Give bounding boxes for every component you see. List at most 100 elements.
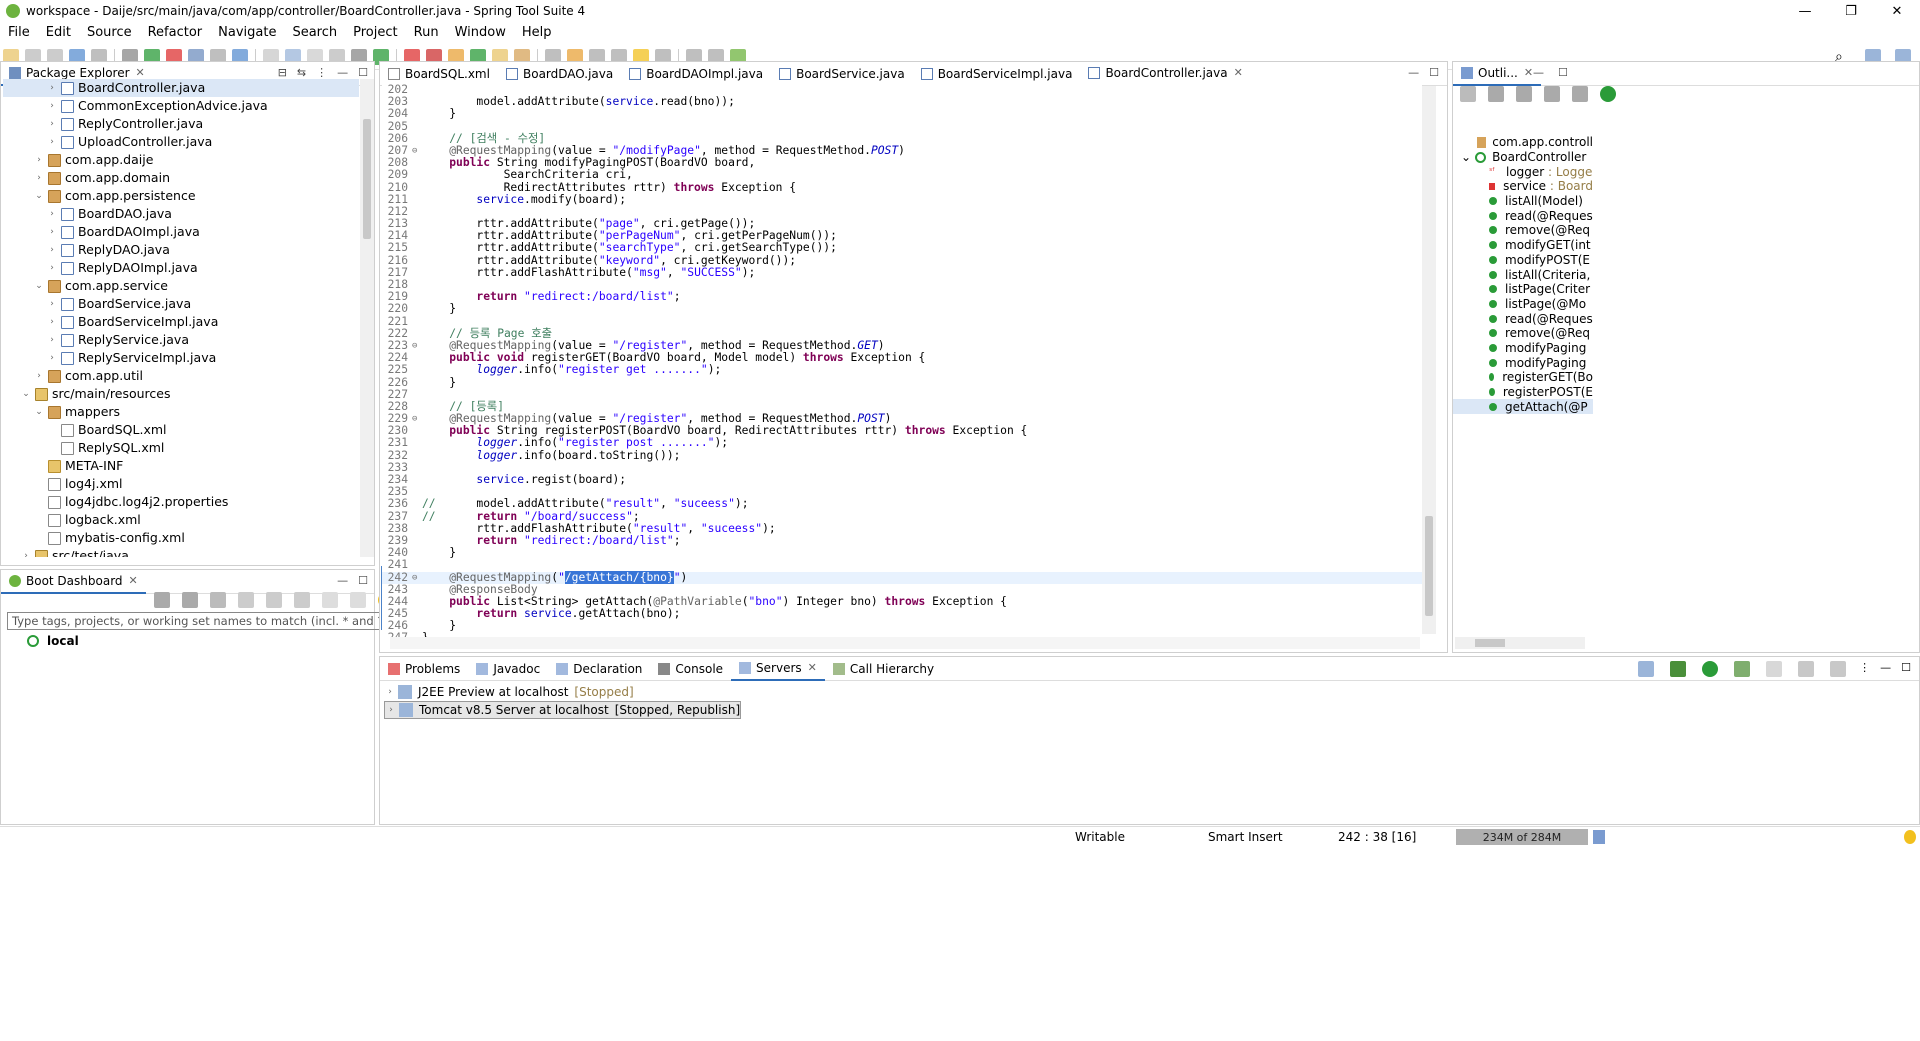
outline-item[interactable]: listAll(Criteria, [1453, 267, 1593, 282]
maximize-view-icon[interactable]: ☐ [358, 574, 368, 587]
tree-item[interactable]: ⌄ com.app.persistence [3, 187, 359, 205]
tab-console[interactable]: Console [650, 657, 731, 681]
tree-item[interactable]: › ReplyServiceImpl.java [3, 349, 359, 367]
expanded-arrow-icon[interactable]: ⌄ [33, 403, 45, 421]
maximize-view-icon[interactable]: ☐ [1429, 66, 1439, 79]
focus-icon[interactable] [1600, 86, 1616, 102]
tree-item[interactable]: META-INF [3, 457, 359, 475]
editor-tab[interactable]: BoardDAOImpl.java [621, 62, 771, 86]
outline-item[interactable]: modifyPaging [1453, 341, 1593, 356]
hide-nonpublic-icon[interactable] [1544, 86, 1560, 102]
editor-tab[interactable]: BoardService.java [771, 62, 913, 86]
fold-icon[interactable]: ⊖ [412, 340, 422, 352]
outline-item[interactable]: listAll(Model) [1453, 194, 1593, 209]
collapsed-arrow-icon[interactable]: › [20, 547, 32, 557]
tab-declaration[interactable]: Declaration [548, 657, 650, 681]
collapsed-arrow-icon[interactable]: › [33, 151, 45, 169]
outline-horizontal-scrollbar[interactable] [1455, 637, 1585, 649]
tree-item[interactable]: BoardSQL.xml [3, 421, 359, 439]
tree-item[interactable]: ⌄ mappers [3, 403, 359, 421]
maximize-button[interactable]: ❐ [1828, 0, 1874, 22]
expanded-arrow-icon[interactable]: ⌄ [33, 187, 45, 205]
package-explorer-scrollbar[interactable] [360, 79, 374, 557]
menu-source[interactable]: Source [79, 25, 140, 40]
hide-static-icon[interactable] [1516, 86, 1532, 102]
server-item[interactable]: › J2EE Preview at localhost [Stopped] [384, 683, 741, 701]
collapsed-arrow-icon[interactable]: › [46, 97, 58, 115]
expanded-arrow-icon[interactable]: ⌄ [1461, 150, 1471, 164]
editor-tab[interactable]: BoardSQL.xml [380, 62, 498, 86]
tree-item[interactable]: ReplySQL.xml [3, 439, 359, 457]
minimize-view-icon[interactable]: — [337, 574, 348, 587]
tab-outline[interactable]: Outli... ✕ [1453, 61, 1542, 86]
menu-project[interactable]: Project [345, 25, 405, 40]
tree-item[interactable]: › BoardDAO.java [3, 205, 359, 223]
menu-edit[interactable]: Edit [38, 25, 79, 40]
close-icon[interactable]: ✕ [129, 574, 138, 587]
tree-item[interactable]: › CommonExceptionAdvice.java [3, 97, 359, 115]
tab-servers[interactable]: Servers ✕ [731, 656, 825, 681]
outline-item[interactable]: ˢᶠ logger : Logge [1453, 164, 1593, 179]
collapsed-arrow-icon[interactable]: › [46, 259, 58, 277]
fold-icon[interactable]: ⊖ [412, 413, 422, 425]
minimize-button[interactable]: — [1782, 0, 1828, 22]
tab-boot-dashboard[interactable]: Boot Dashboard ✕ [1, 569, 146, 594]
editor-tab[interactable]: BoardServiceImpl.java [913, 62, 1081, 86]
maximize-view-icon[interactable]: ☐ [358, 66, 368, 79]
collapsed-arrow-icon[interactable]: › [46, 133, 58, 151]
trash-icon[interactable] [1593, 830, 1605, 844]
collapse-icon[interactable] [1638, 661, 1655, 677]
outline-item[interactable]: read(@Reques [1453, 311, 1593, 326]
local-target[interactable]: local [27, 634, 79, 648]
start-icon[interactable] [154, 592, 170, 608]
editor-horizontal-scrollbar[interactable] [390, 637, 1420, 649]
tree-item[interactable]: › BoardServiceImpl.java [3, 313, 359, 331]
collapsed-arrow-icon[interactable]: › [46, 295, 58, 313]
close-button[interactable]: ✕ [1874, 0, 1920, 22]
edit-icon[interactable] [322, 592, 338, 608]
tree-item[interactable]: › com.app.domain [3, 169, 359, 187]
outline-item[interactable]: getAttach(@P [1453, 399, 1593, 415]
close-icon[interactable]: ✕ [1524, 66, 1533, 79]
collapsed-arrow-icon[interactable]: › [46, 115, 58, 133]
lightbulb-icon[interactable] [1904, 830, 1916, 844]
profile-server-icon[interactable] [1734, 661, 1751, 677]
outline-item[interactable]: remove(@Req [1453, 223, 1593, 238]
minimize-view-icon[interactable]: — [1880, 661, 1891, 677]
editor-tab[interactable]: BoardDAO.java [498, 62, 621, 86]
menu-run[interactable]: Run [406, 25, 447, 40]
editor-vertical-scrollbar[interactable] [1422, 86, 1436, 634]
tree-item[interactable]: › ReplyDAOImpl.java [3, 259, 359, 277]
tree-item[interactable]: › BoardController.java [3, 79, 359, 97]
collapsed-arrow-icon[interactable]: › [46, 223, 58, 241]
collapsed-arrow-icon[interactable]: › [384, 687, 396, 697]
view-menu-icon[interactable]: ⋮ [1859, 661, 1870, 677]
code-editor[interactable]: 202 203 model.addAttribute(service.read(b… [382, 84, 1422, 637]
outline-item[interactable]: modifyPaging [1453, 355, 1593, 370]
start-server-icon[interactable] [1702, 661, 1719, 677]
properties-icon[interactable] [350, 592, 366, 608]
close-icon[interactable]: ✕ [136, 66, 145, 79]
tree-item[interactable]: mybatis-config.xml [3, 529, 359, 547]
scroll-thumb[interactable] [363, 119, 371, 239]
close-icon[interactable]: ✕ [808, 661, 817, 674]
tree-item[interactable]: › ReplyDAO.java [3, 241, 359, 259]
server-item[interactable]: › Tomcat v8.5 Server at localhost [Stopped… [384, 701, 742, 719]
menu-window[interactable]: Window [447, 25, 514, 40]
tree-item[interactable]: › com.app.daije [3, 151, 359, 169]
link-editor-icon[interactable]: ⇆ [297, 66, 306, 79]
scroll-thumb[interactable] [1475, 639, 1505, 647]
outline-item[interactable]: ⌄ BoardController [1453, 150, 1593, 165]
tree-item[interactable]: log4j.xml [3, 475, 359, 493]
menu-navigate[interactable]: Navigate [210, 25, 284, 40]
collapsed-arrow-icon[interactable]: › [46, 349, 58, 367]
outline-item[interactable]: read(@Reques [1453, 208, 1593, 223]
debug-server-icon[interactable] [1670, 661, 1687, 677]
tree-item[interactable]: log4jdbc.log4j2.properties [3, 493, 359, 511]
collapsed-arrow-icon[interactable]: › [33, 367, 45, 385]
collapsed-arrow-icon[interactable]: › [46, 331, 58, 349]
expanded-arrow-icon[interactable]: ⌄ [33, 277, 45, 295]
collapsed-arrow-icon[interactable]: › [33, 169, 45, 187]
minimize-view-icon[interactable]: — [337, 66, 348, 79]
tree-item[interactable]: › UploadController.java [3, 133, 359, 151]
